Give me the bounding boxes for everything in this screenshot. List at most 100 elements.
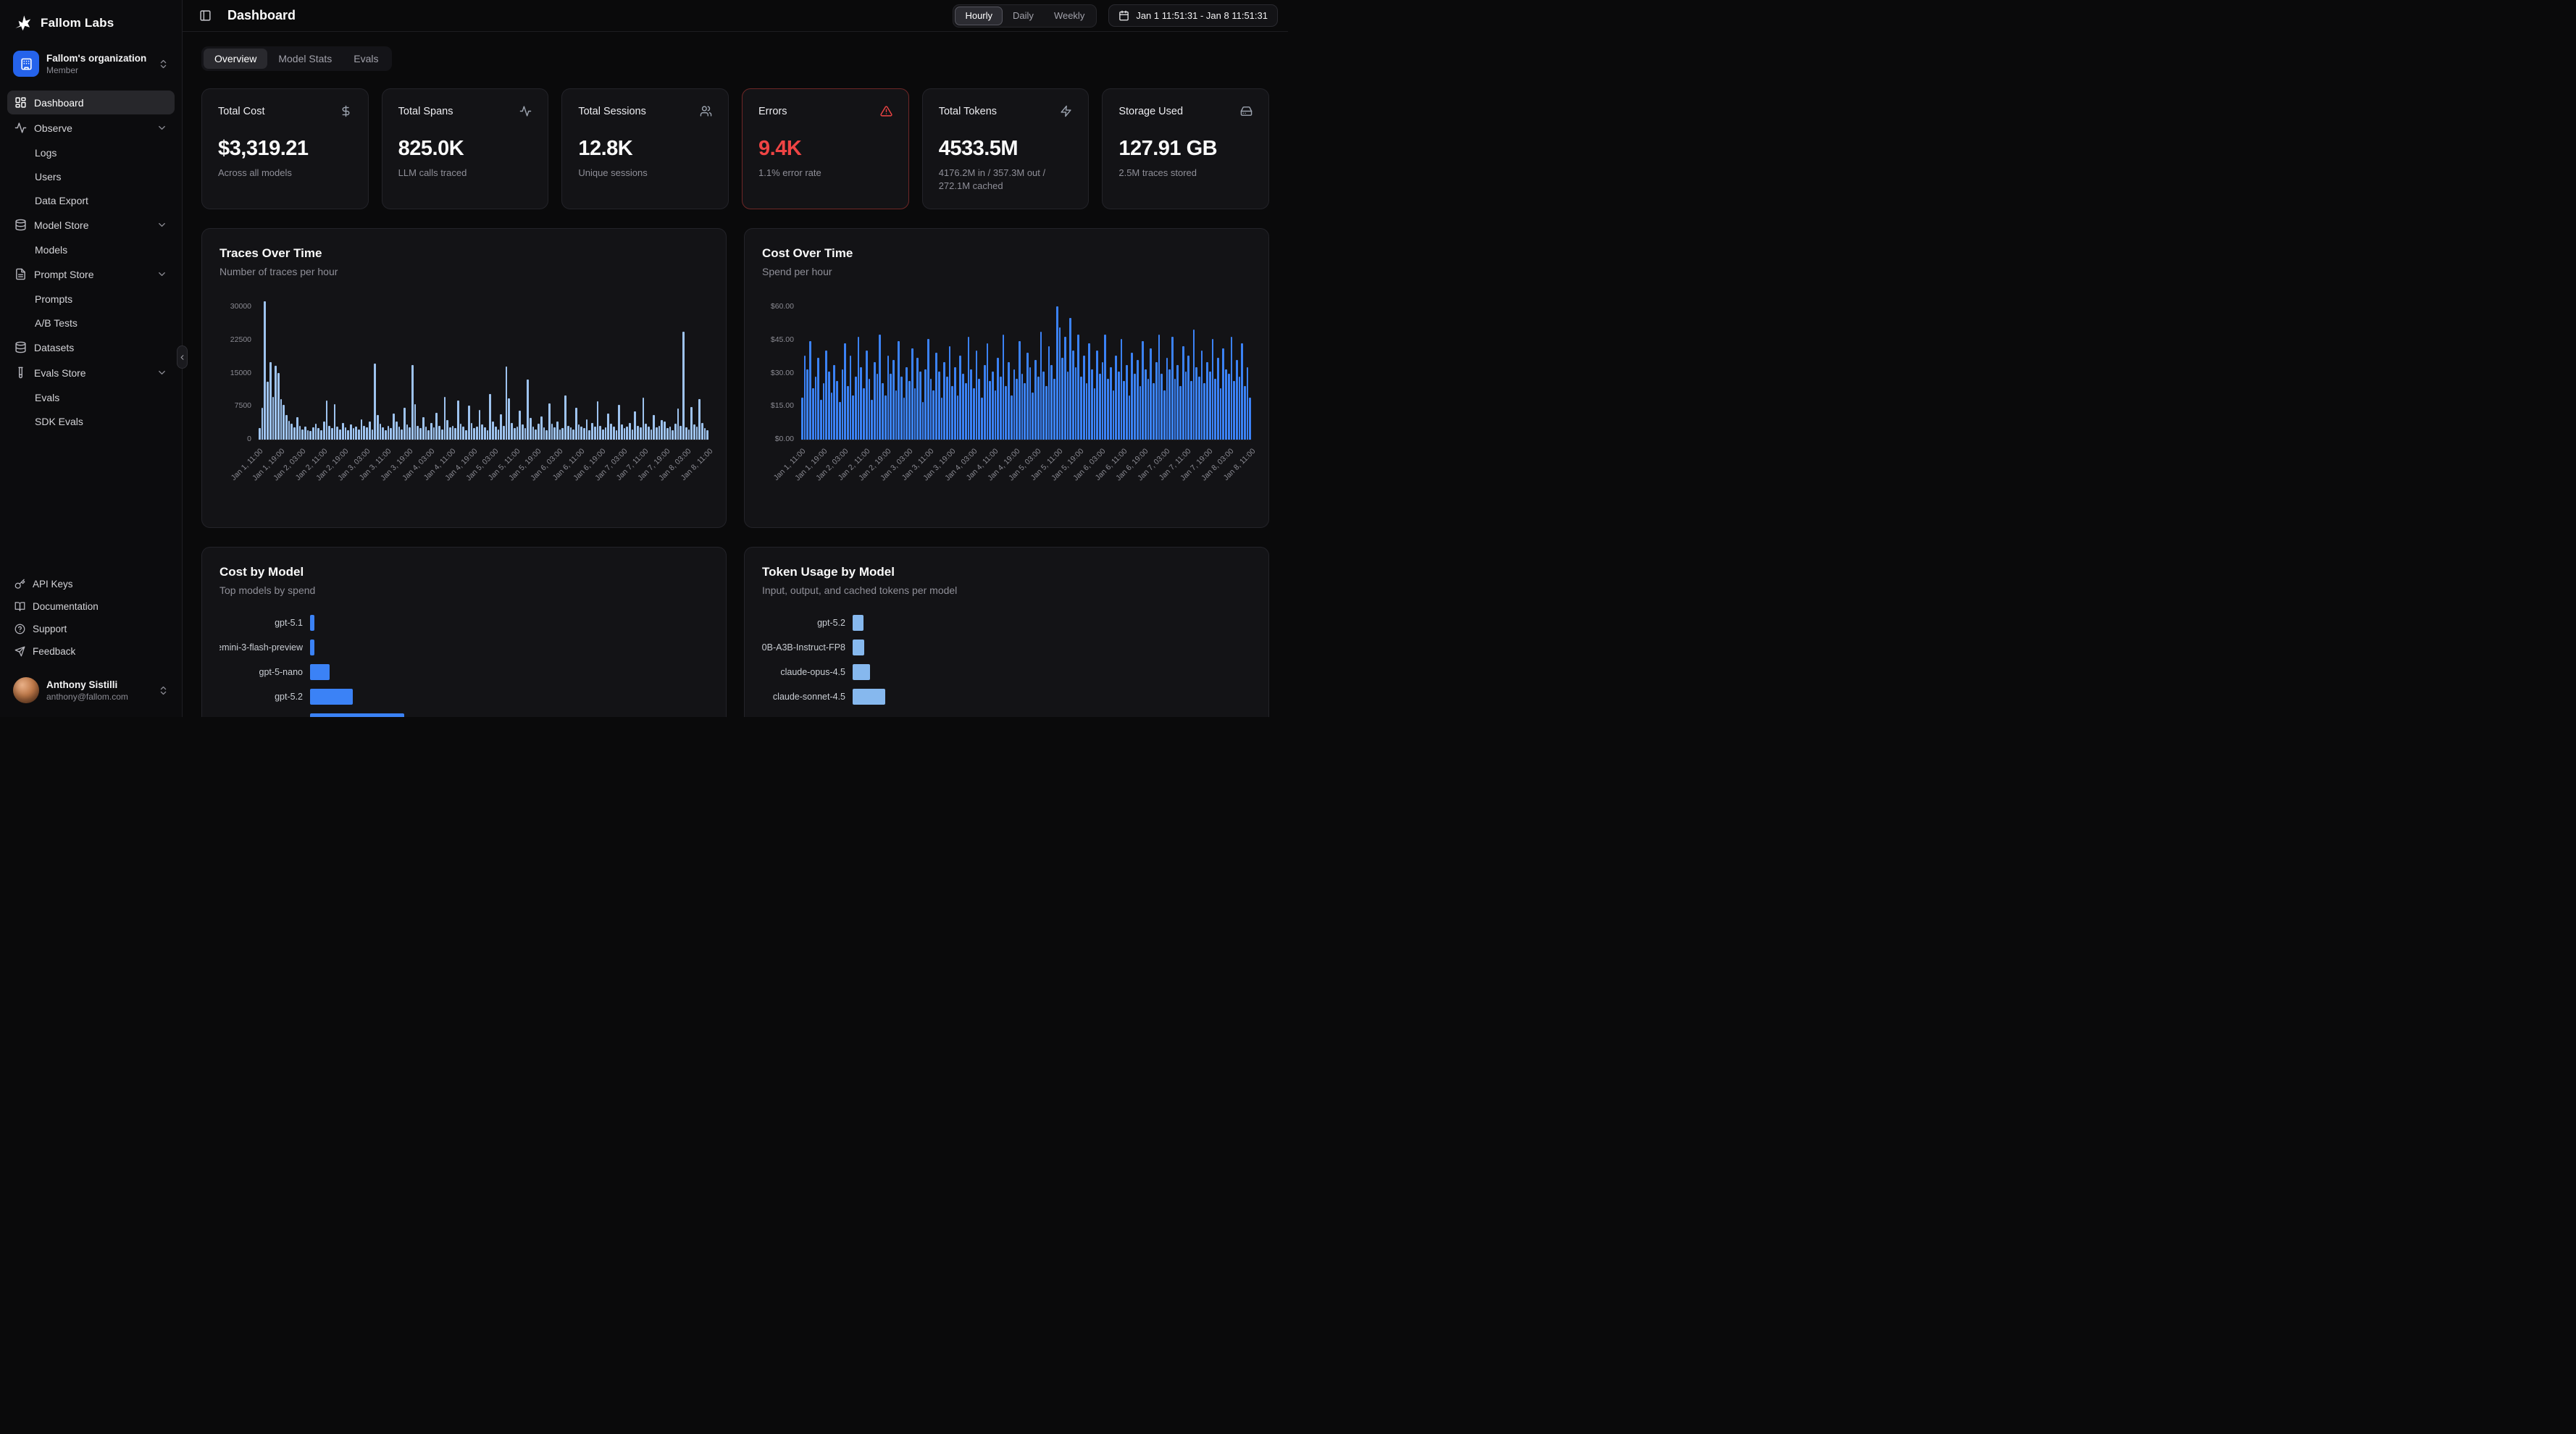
chart-bar[interactable] (1045, 386, 1047, 440)
chart-bar[interactable] (1179, 386, 1182, 440)
chart-bar[interactable] (825, 351, 827, 440)
chart-bar[interactable] (954, 367, 956, 440)
chart-bar[interactable] (553, 427, 556, 440)
chart-bar[interactable] (817, 358, 819, 440)
chart-bar[interactable] (957, 395, 959, 440)
chart-bar[interactable] (1069, 318, 1071, 440)
chart-bar[interactable] (924, 369, 927, 440)
chart-bar[interactable] (444, 397, 446, 440)
chart-bar[interactable] (869, 379, 871, 440)
chart-bar[interactable] (885, 395, 887, 440)
chart-bar[interactable] (572, 429, 574, 440)
chart-bar[interactable] (1077, 335, 1079, 440)
chart-bar[interactable] (317, 428, 319, 440)
chart-bar[interactable] (879, 335, 881, 440)
chart-bar[interactable] (438, 426, 440, 440)
chart-bar[interactable] (277, 373, 280, 440)
chart-bar[interactable] (353, 428, 355, 440)
chart-bar[interactable] (701, 423, 703, 440)
range-daily-button[interactable]: Daily (1003, 7, 1044, 25)
chart-bar[interactable] (556, 422, 559, 440)
sidebar-item-users[interactable]: Users (7, 165, 175, 188)
chart-bar[interactable] (984, 365, 986, 440)
chart-bar[interactable] (847, 386, 849, 440)
chart-bar[interactable] (1206, 362, 1208, 440)
chart-bar[interactable] (903, 398, 906, 440)
chart-bar[interactable] (1195, 367, 1197, 440)
chart-bar[interactable] (578, 424, 580, 440)
chart-bar[interactable] (892, 360, 895, 440)
chart-bar[interactable] (927, 339, 929, 440)
chart-bar[interactable] (820, 400, 822, 440)
chart-bar[interactable] (1104, 335, 1106, 440)
chart-bar[interactable] (973, 388, 975, 440)
chart-bar[interactable] (1042, 372, 1045, 440)
chart-bar[interactable] (688, 429, 690, 440)
chart-bar[interactable] (1067, 372, 1069, 440)
chart-bar[interactable] (1008, 362, 1010, 440)
chart-bar[interactable] (599, 426, 601, 440)
chart-bar[interactable] (1241, 343, 1243, 440)
chart-bar[interactable] (446, 420, 448, 440)
chart-bar[interactable] (290, 424, 293, 440)
chart-bar[interactable] (594, 427, 596, 440)
chart-bar[interactable] (382, 427, 384, 440)
chart-bar[interactable] (1249, 398, 1251, 440)
chart-bar[interactable] (836, 381, 838, 440)
chart-bar[interactable] (1142, 341, 1144, 440)
chart-bar[interactable] (296, 417, 298, 440)
chart-bar[interactable] (462, 427, 464, 440)
chart-bar[interactable] (454, 428, 456, 440)
chart-bar[interactable] (898, 341, 900, 440)
chart-bar[interactable] (1182, 346, 1184, 440)
chart-bar[interactable] (527, 380, 529, 440)
chart-bar[interactable] (1212, 339, 1214, 440)
chart-bar[interactable] (1153, 383, 1155, 440)
chart-bar[interactable] (812, 388, 814, 440)
sidebar-item-ab-tests[interactable]: A/B Tests (7, 311, 175, 334)
chart-bar[interactable] (900, 377, 903, 440)
chart-bar[interactable] (1231, 337, 1233, 440)
chart-bar[interactable] (906, 367, 908, 440)
chart-bar[interactable] (1166, 358, 1168, 440)
chart-bar[interactable] (586, 419, 588, 440)
chart-bar[interactable] (839, 402, 841, 440)
chart-bar[interactable] (1056, 306, 1058, 440)
chart-bar[interactable] (930, 379, 932, 440)
chart-bar[interactable] (355, 427, 357, 440)
chart-bar[interactable] (607, 414, 609, 440)
chart-bar[interactable] (1236, 360, 1238, 440)
chart-bar[interactable] (1137, 360, 1139, 440)
chart-bar[interactable] (669, 427, 672, 440)
chart-bar[interactable] (613, 427, 615, 440)
chart-bar[interactable] (309, 431, 311, 440)
chart-bar[interactable] (288, 421, 290, 440)
chart-bar[interactable] (1171, 337, 1174, 440)
chart-bar[interactable] (895, 390, 898, 440)
sidebar-collapse-handle[interactable] (177, 345, 188, 369)
chart-bar[interactable] (987, 343, 989, 440)
chart-bar[interactable] (293, 427, 296, 440)
chart-bar[interactable] (519, 411, 521, 440)
chart-bar[interactable] (449, 427, 451, 440)
chart-bar[interactable] (561, 428, 564, 440)
chart-bar[interactable] (588, 430, 590, 440)
chart-bar[interactable] (1214, 379, 1216, 440)
chart-bar[interactable] (946, 377, 948, 440)
chart-bar[interactable] (1053, 379, 1055, 440)
chart-bar[interactable] (908, 381, 911, 440)
chart-bar[interactable] (860, 367, 862, 440)
sidebar-item-datasets[interactable]: Datasets (7, 335, 175, 359)
sidebar-item-model-store[interactable]: Model Store (7, 213, 175, 237)
chart-bar[interactable] (981, 398, 983, 440)
chart-bar[interactable] (997, 358, 999, 440)
chart-bar[interactable] (914, 388, 916, 440)
chart-bar[interactable] (452, 426, 454, 440)
chart-bar[interactable] (645, 424, 647, 440)
chart-bar[interactable] (489, 394, 491, 440)
chart-bar[interactable] (468, 406, 470, 440)
chart-bar[interactable] (877, 374, 879, 440)
chart-bar[interactable] (401, 429, 403, 440)
chart-bar[interactable] (514, 428, 516, 440)
chart-bar[interactable] (328, 426, 330, 440)
